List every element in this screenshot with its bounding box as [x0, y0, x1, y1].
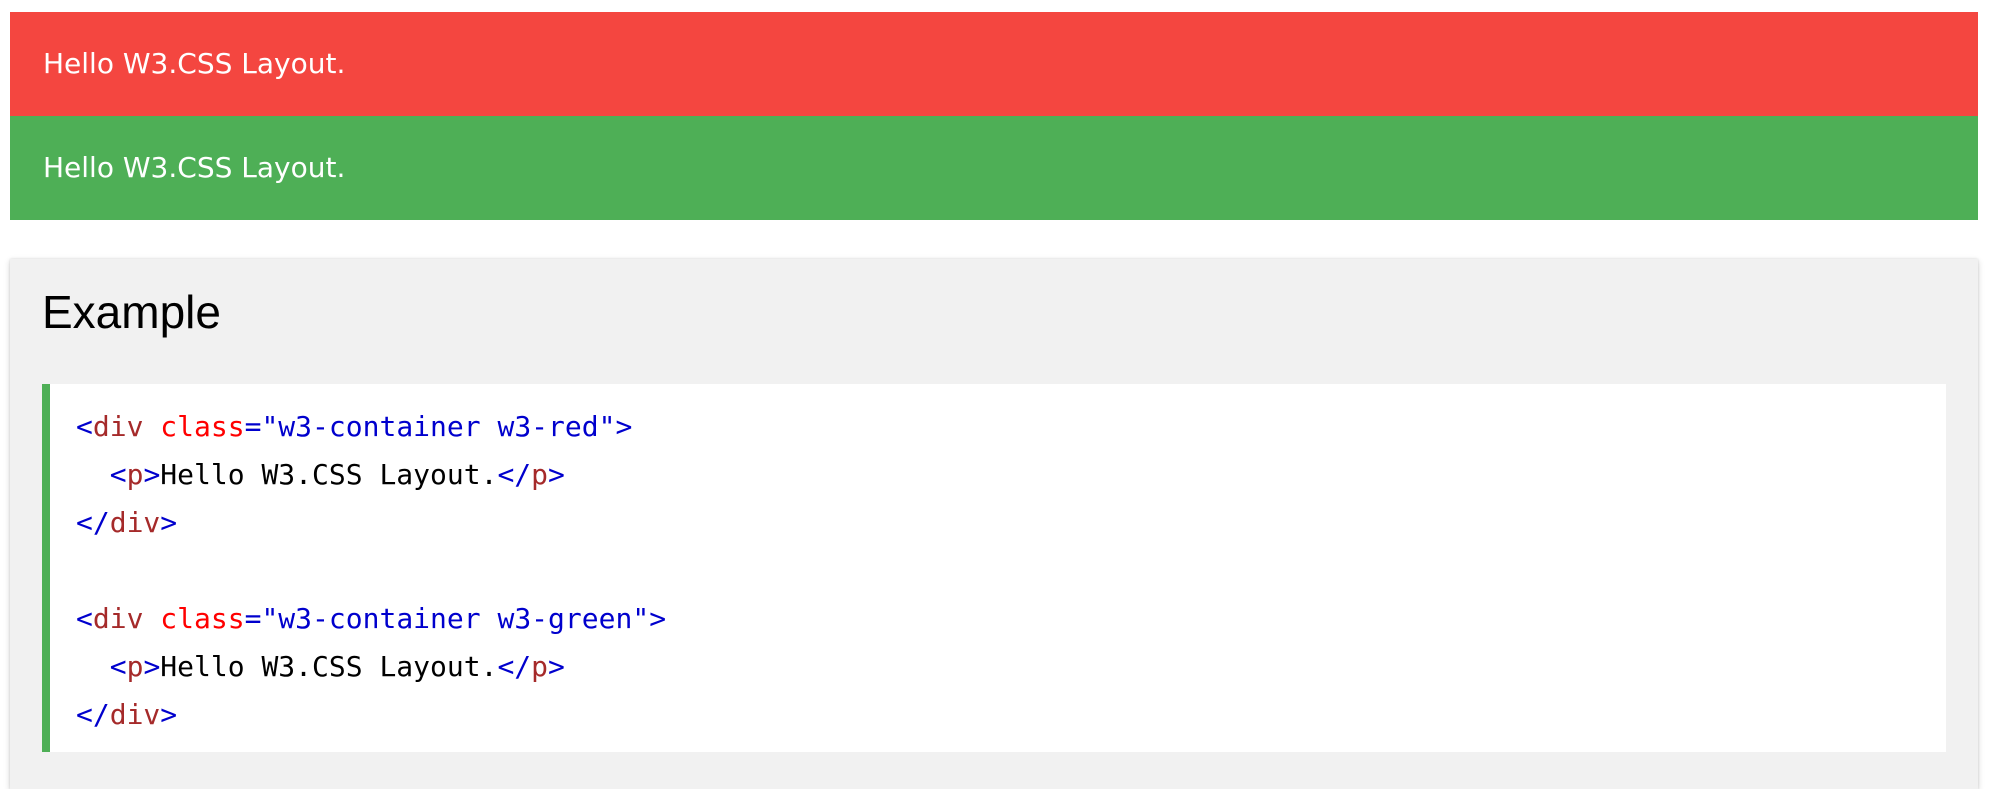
code-token: div	[109, 506, 161, 539]
code-token: </	[76, 506, 110, 539]
code-token: <	[109, 458, 127, 491]
code-token: >	[143, 650, 161, 683]
example-title: Example	[42, 286, 221, 338]
code-token: >	[548, 650, 565, 683]
code-token: >	[160, 698, 178, 731]
code-token: >	[548, 458, 565, 491]
code-token: "w3-container w3-green"	[261, 602, 650, 635]
code-token: <	[109, 650, 127, 683]
green-container-text: Hello W3.CSS Layout.	[43, 151, 346, 184]
code-token: =	[244, 602, 262, 635]
code-line-2: <p>Hello W3.CSS Layout.</p>	[76, 451, 1946, 499]
code-token: Hello W3.CSS Layout.	[160, 458, 498, 491]
code-line-6: <p>Hello W3.CSS Layout.</p>	[76, 643, 1946, 691]
code-token: =	[244, 410, 262, 443]
code-token: >	[160, 506, 178, 539]
code-token: p	[126, 458, 144, 491]
code-token: </	[497, 650, 532, 683]
code-token: p	[531, 458, 549, 491]
code-token: div	[92, 410, 144, 443]
code-token: class	[160, 602, 245, 635]
code-token: >	[615, 410, 633, 443]
code-token: >	[143, 458, 161, 491]
code-line-7: </div>	[76, 691, 1946, 739]
code-token: class	[160, 410, 245, 443]
example-panel: Example <div class="w3-container w3-red"…	[10, 259, 1978, 789]
code-token: <	[76, 602, 93, 635]
code-token: </	[76, 698, 110, 731]
red-container-text: Hello W3.CSS Layout.	[43, 47, 346, 80]
code-line-3: </div>	[76, 499, 1946, 547]
code-token: <	[76, 410, 93, 443]
code-token: Hello W3.CSS Layout.	[160, 650, 498, 683]
code-token: </	[497, 458, 532, 491]
code-token: >	[649, 602, 667, 635]
code-line-5: <div class="w3-container w3-green">	[76, 595, 1946, 643]
code-token: p	[126, 650, 144, 683]
code-line-1: <div class="w3-container w3-red">	[76, 403, 1946, 451]
code-token: "w3-container w3-red"	[261, 410, 616, 443]
code-token: div	[109, 698, 161, 731]
code-token: div	[92, 602, 144, 635]
red-container: Hello W3.CSS Layout.	[10, 12, 1978, 116]
code-block: <div class="w3-container w3-red"> <p>Hel…	[42, 384, 1946, 752]
green-container: Hello W3.CSS Layout.	[10, 116, 1978, 220]
code-token: p	[531, 650, 549, 683]
